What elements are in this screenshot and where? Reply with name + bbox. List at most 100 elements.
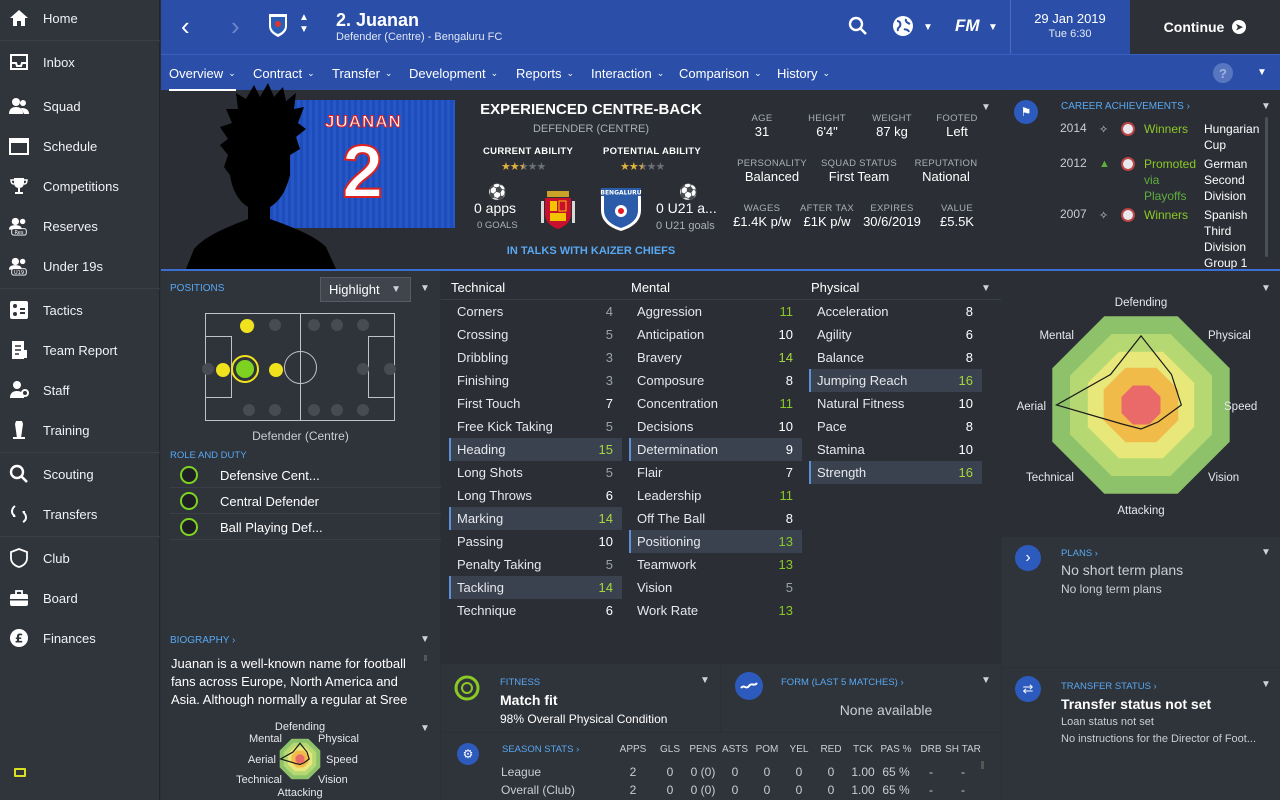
chevron-down-icon[interactable]: ▼ xyxy=(988,22,998,33)
attribute-row[interactable]: Flair 7 xyxy=(629,461,802,484)
attribute-row[interactable]: Work Rate 13 xyxy=(629,599,802,622)
transfer-talks-note[interactable]: IN TALKS WITH KAIZER CHIEFS xyxy=(451,245,731,257)
search-icon[interactable] xyxy=(848,16,868,39)
sidebar-item-home[interactable]: Home xyxy=(0,0,160,36)
attribute-row[interactable]: Passing 10 xyxy=(449,530,622,553)
achievement-competition-line: Cup xyxy=(1204,138,1227,152)
attribute-name: Anticipation xyxy=(637,327,705,342)
sidebar-item-club[interactable]: Club xyxy=(0,540,160,576)
attribute-row[interactable]: Decisions 10 xyxy=(629,415,802,438)
scrollbar[interactable] xyxy=(424,655,427,661)
tab-reports[interactable]: Reports ⌄ xyxy=(516,55,574,91)
attribute-row[interactable]: Teamwork 13 xyxy=(629,553,802,576)
tab-development[interactable]: Development ⌄ xyxy=(409,55,498,91)
attribute-row[interactable]: Crossing 5 xyxy=(449,323,622,346)
attribute-row[interactable]: Free Kick Taking 5 xyxy=(449,415,622,438)
attribute-row[interactable]: Off The Ball 8 xyxy=(629,507,802,530)
chevron-down-icon[interactable]: ▼ xyxy=(420,723,430,734)
chevron-down-icon[interactable]: ▼ xyxy=(981,283,991,294)
stats-column-header[interactable]: SH TAR xyxy=(938,744,988,755)
attribute-row[interactable]: Vision 5 xyxy=(629,576,802,599)
sidebar-item-team-report[interactable]: Team Report xyxy=(0,332,160,368)
fm-logo[interactable]: FM xyxy=(955,16,980,36)
attribute-row[interactable]: Bravery 14 xyxy=(629,346,802,369)
player-switch-icon[interactable]: ▲ ▼ xyxy=(299,12,309,36)
attribute-row[interactable]: Agility 6 xyxy=(809,323,982,346)
biography-text: Juanan is a well-known name for football… xyxy=(171,655,421,709)
continue-button[interactable]: Continue ➤ xyxy=(1130,0,1280,54)
sidebar-item-under-19s[interactable]: U19 Under 19s xyxy=(0,248,160,284)
biography-link[interactable]: BIOGRAPHY › xyxy=(170,635,235,646)
plans-link[interactable]: PLANS › xyxy=(1061,548,1098,559)
sidebar-item-staff[interactable]: Staff xyxy=(0,372,160,408)
chevron-down-icon[interactable]: ▼ xyxy=(700,675,710,686)
attribute-row[interactable]: Long Throws 6 xyxy=(449,484,622,507)
attribute-row[interactable]: Stamina 10 xyxy=(809,438,982,461)
attribute-row[interactable]: Acceleration 8 xyxy=(809,300,982,323)
scrollbar[interactable] xyxy=(1265,117,1268,257)
chevron-down-icon[interactable]: ▼ xyxy=(1261,679,1271,690)
attribute-row[interactable]: Balance 8 xyxy=(809,346,982,369)
sidebar-item-transfers[interactable]: Transfers xyxy=(0,496,160,532)
attribute-row[interactable]: Leadership 11 xyxy=(629,484,802,507)
chevron-down-icon[interactable]: ▼ xyxy=(923,22,933,33)
help-icon[interactable]: ? xyxy=(1213,63,1233,83)
attribute-row[interactable]: Long Shots 5 xyxy=(449,461,622,484)
attribute-row[interactable]: Penalty Taking 5 xyxy=(449,553,622,576)
transfer-status-link[interactable]: TRANSFER STATUS › xyxy=(1061,681,1157,692)
form-link[interactable]: FORM (LAST 5 MATCHES) › xyxy=(781,677,904,688)
attribute-row[interactable]: Composure 8 xyxy=(629,369,802,392)
attribute-row[interactable]: Jumping Reach 16 xyxy=(809,369,982,392)
attribute-row[interactable]: Pace 8 xyxy=(809,415,982,438)
attribute-row[interactable]: Finishing 3 xyxy=(449,369,622,392)
attribute-row[interactable]: Dribbling 3 xyxy=(449,346,622,369)
sidebar-item-schedule[interactable]: Schedule xyxy=(0,128,160,164)
attribute-row[interactable]: First Touch 7 xyxy=(449,392,622,415)
chevron-down-icon[interactable]: ▼ xyxy=(1261,101,1271,112)
season-stats-link[interactable]: SEASON STATS › xyxy=(502,744,579,755)
forward-icon[interactable]: › xyxy=(231,13,240,39)
sidebar-item-squad[interactable]: Squad xyxy=(0,88,160,124)
reserves-badge-text: Res xyxy=(15,230,24,236)
sidebar-item-tactics[interactable]: Tactics xyxy=(0,292,160,328)
tab-interaction[interactable]: Interaction ⌄ xyxy=(591,55,664,91)
sidebar-item-finances[interactable]: £ Finances xyxy=(0,620,160,656)
attribute-row[interactable]: Concentration 11 xyxy=(629,392,802,415)
scrollbar[interactable] xyxy=(981,761,984,769)
attribute-row[interactable]: Aggression 11 xyxy=(629,300,802,323)
attribute-name: Crossing xyxy=(457,327,509,342)
attribute-row[interactable]: Corners 4 xyxy=(449,300,622,323)
attribute-row[interactable]: Strength 16 xyxy=(809,461,982,484)
attribute-row[interactable]: Marking 14 xyxy=(449,507,622,530)
globe-icon[interactable] xyxy=(892,15,914,40)
attribute-row[interactable]: Positioning 13 xyxy=(629,530,802,553)
attribute-row[interactable]: Technique 6 xyxy=(449,599,622,622)
chevron-down-icon[interactable]: ▼ xyxy=(420,283,430,294)
sidebar-item-reserves[interactable]: Res Reserves xyxy=(0,208,160,244)
chevron-down-icon[interactable]: ▼ xyxy=(1261,547,1271,558)
attribute-row[interactable]: Heading 15 xyxy=(449,438,622,461)
sidebar-item-scouting[interactable]: Scouting xyxy=(0,456,160,492)
sidebar-item-competitions[interactable]: Competitions xyxy=(0,168,160,204)
screenshot-icon[interactable] xyxy=(14,768,26,777)
chevron-down-icon[interactable]: ▼ xyxy=(420,634,430,645)
chevron-down-icon[interactable]: ▼ xyxy=(1257,67,1267,78)
back-icon[interactable]: ‹ xyxy=(181,13,190,39)
attribute-row[interactable]: Anticipation 10 xyxy=(629,323,802,346)
mental-title: Mental xyxy=(631,280,671,295)
achievement-year: 2014 xyxy=(1060,121,1087,135)
sidebar-item-inbox[interactable]: Inbox xyxy=(0,44,160,80)
tab-transfer[interactable]: Transfer ⌄ xyxy=(332,55,392,91)
attribute-row[interactable]: Tackling 14 xyxy=(449,576,622,599)
chevron-down-icon[interactable]: ▼ xyxy=(981,102,991,113)
sidebar-item-training[interactable]: Training xyxy=(0,412,160,448)
tab-label: Reports xyxy=(516,65,562,81)
attribute-row[interactable]: Determination 9 xyxy=(629,438,802,461)
career-achievements-link[interactable]: CAREER ACHIEVEMENTS › xyxy=(1061,101,1190,112)
tab-history[interactable]: History ⌄ xyxy=(777,55,830,91)
highlight-dropdown[interactable]: Highlight ▼ xyxy=(320,277,411,302)
chevron-down-icon[interactable]: ▼ xyxy=(981,675,991,686)
sidebar-item-board[interactable]: Board xyxy=(0,580,160,616)
attribute-row[interactable]: Natural Fitness 10 xyxy=(809,392,982,415)
tab-comparison[interactable]: Comparison ⌄ xyxy=(679,55,762,91)
